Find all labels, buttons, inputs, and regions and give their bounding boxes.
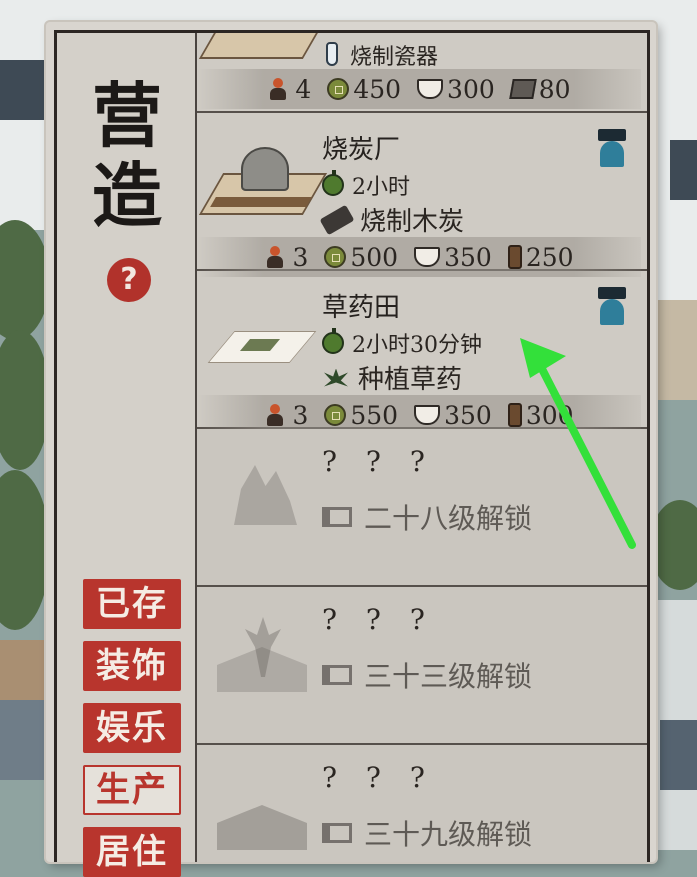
cost-workers: 3	[292, 242, 309, 272]
charcoal-log-icon	[319, 204, 355, 235]
cost-workers: 4	[295, 74, 312, 104]
product-row: 烧制木炭	[319, 201, 465, 238]
cost-bar: 4 450 300 80	[197, 69, 641, 109]
wood-icon	[507, 245, 522, 269]
worker-icon	[264, 246, 288, 268]
cost-rice: 350	[444, 400, 492, 430]
unlock-condition-label: 二十八级解锁	[364, 502, 533, 535]
product-label: 烧制瓷器	[350, 45, 439, 70]
coin-icon	[327, 78, 350, 100]
panel-title-char-2: 造	[92, 154, 162, 237]
category-tab-entertainment[interactable]: 娱乐	[83, 703, 181, 753]
locked-building-silhouette	[207, 617, 315, 697]
cost-coins: 450	[353, 74, 402, 104]
product-label: 烧制木炭	[360, 207, 465, 237]
unlock-condition: 二十八级解锁	[322, 497, 532, 537]
product-row: 烧制瓷器	[322, 39, 438, 71]
cost-wood: 250	[525, 242, 574, 272]
porcelain-kiln-thumbnail	[198, 33, 328, 63]
worker-icon	[264, 404, 288, 426]
product-row: 种植草药	[322, 359, 462, 396]
construction-panel: 营 造 ? 已存 装饰 娱乐 生产 居住 烧制瓷器 4 450 300 80 烧…	[46, 22, 656, 877]
category-tab-production[interactable]: 生产	[83, 765, 181, 815]
category-tab-stored[interactable]: 已存	[83, 579, 181, 629]
locked-building-silhouette	[207, 775, 315, 855]
panel-frame: 营 造 ? 已存 装饰 娱乐 生产 居住 烧制瓷器 4 450 300 80 烧…	[54, 30, 650, 877]
category-tab-decoration[interactable]: 装饰	[83, 641, 181, 691]
locked-building-card[interactable]: ? ? ? 三十三级解锁	[197, 587, 647, 745]
official-icon	[595, 129, 629, 167]
cost-coins: 550	[350, 400, 399, 430]
cost-wood: 300	[525, 400, 574, 430]
build-time-row: 2小时30分钟	[322, 327, 482, 359]
rice-icon	[414, 405, 441, 425]
cost-workers: 3	[292, 400, 309, 430]
locked-building-name: ? ? ?	[322, 603, 435, 636]
rice-icon	[417, 79, 444, 99]
coin-icon	[324, 404, 347, 426]
worker-icon	[267, 78, 291, 100]
rice-icon	[414, 247, 441, 267]
build-time: 2小时30分钟	[352, 333, 482, 358]
category-tab-residence[interactable]: 居住	[83, 827, 181, 877]
building-name: 草药田	[322, 293, 401, 323]
cost-rice: 300	[447, 74, 495, 104]
building-list[interactable]: 烧制瓷器 4 450 300 80 烧炭厂 2小时 烧制木炭 3 500 350…	[197, 33, 647, 862]
lock-icon	[322, 823, 352, 843]
locked-building-card[interactable]: ? ? ? 二十八级解锁	[197, 429, 647, 587]
unlock-condition-label: 三十三级解锁	[364, 660, 533, 693]
build-time: 2小时	[352, 175, 410, 200]
timer-icon	[322, 170, 344, 196]
locked-building-silhouette	[207, 459, 315, 539]
lock-icon	[322, 507, 352, 527]
build-time-row: 2小时	[322, 169, 410, 201]
locked-building-name: ? ? ?	[322, 761, 435, 794]
cost-rice: 350	[444, 242, 492, 272]
product-label: 种植草药	[358, 365, 463, 395]
cost-stone: 80	[538, 74, 571, 104]
building-card-herb-field[interactable]: 草药田 2小时30分钟 种植草药 3 550 350 300	[197, 271, 647, 435]
category-sidebar: 营 造 ? 已存 装饰 娱乐 生产 居住	[57, 33, 197, 877]
herb-icon	[322, 365, 350, 391]
stone-icon	[509, 79, 537, 99]
locked-building-card[interactable]: ? ? ? 三十九级解锁	[197, 745, 647, 862]
building-card-porcelain[interactable]: 烧制瓷器 4 450 300 80	[197, 33, 647, 113]
unlock-condition-label: 三十九级解锁	[364, 818, 533, 851]
timer-icon	[322, 328, 344, 354]
unlock-condition: 三十九级解锁	[322, 813, 532, 853]
panel-title-char-1: 营	[92, 74, 162, 157]
herb-field-thumbnail	[207, 301, 317, 381]
building-card-charcoal-kiln[interactable]: 烧炭厂 2小时 烧制木炭 3 500 350 250	[197, 113, 647, 277]
cost-coins: 500	[350, 242, 399, 272]
charcoal-kiln-thumbnail	[198, 139, 328, 219]
wood-icon	[507, 403, 522, 427]
kiln-icon	[322, 42, 342, 68]
building-name: 烧炭厂	[322, 135, 401, 165]
lock-icon	[322, 665, 352, 685]
locked-building-name: ? ? ?	[322, 445, 435, 478]
coin-icon	[324, 246, 347, 268]
official-icon	[595, 287, 629, 325]
help-button[interactable]: ?	[107, 258, 151, 302]
unlock-condition: 三十三级解锁	[322, 655, 532, 695]
